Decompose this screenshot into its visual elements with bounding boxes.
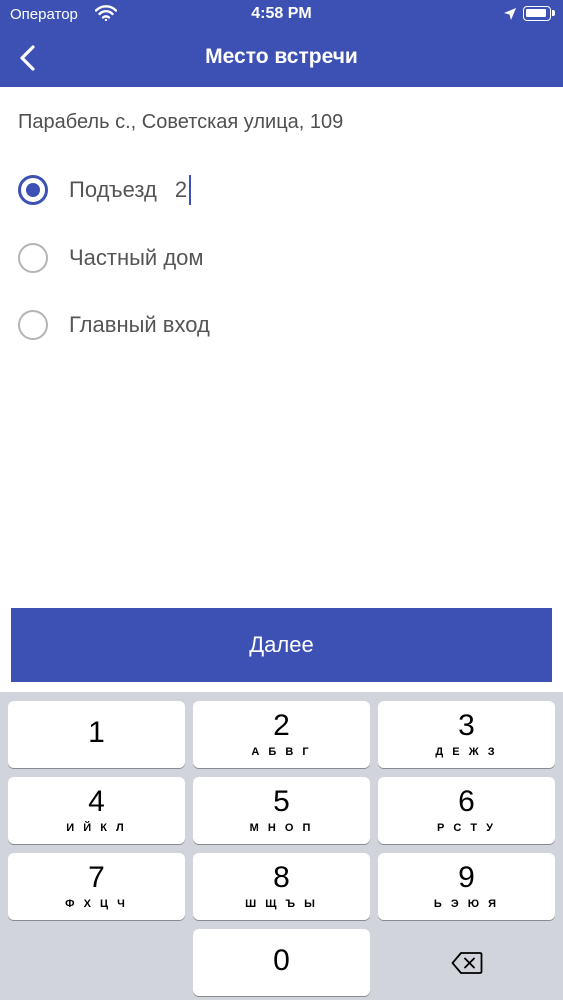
key-letters: И Й К Л xyxy=(66,822,127,834)
next-button[interactable]: Далее xyxy=(11,608,552,682)
address-text: Парабель с., Советская улица, 109 xyxy=(18,111,344,133)
clock: 4:58 PM xyxy=(251,5,312,22)
key-letters: Ф Х Ц Ч xyxy=(65,898,128,910)
key-number: 9 xyxy=(458,861,475,894)
key-letters: Ш Щ Ъ Ы xyxy=(245,898,318,910)
key-number: 3 xyxy=(458,709,475,742)
key-0[interactable]: 0 xyxy=(193,929,370,996)
status-bar: Оператор 4:58 PM xyxy=(0,0,563,30)
key-9[interactable]: 9 Ь Э Ю Я xyxy=(378,853,555,920)
location-arrow-icon xyxy=(503,7,517,26)
radio-private-house[interactable] xyxy=(18,243,48,273)
key-number: 8 xyxy=(273,861,290,894)
key-7[interactable]: 7 Ф Х Ц Ч xyxy=(8,853,185,920)
radio-entrance[interactable] xyxy=(18,175,48,205)
option-main-entrance[interactable]: Главный вход xyxy=(18,302,538,348)
page-title: Место встречи xyxy=(205,45,358,68)
option-label: Главный вход xyxy=(69,312,210,337)
key-number: 4 xyxy=(88,785,105,818)
key-letters: Д Е Ж З xyxy=(435,746,498,758)
key-4[interactable]: 4 И Й К Л xyxy=(8,777,185,844)
option-label: Подъезд xyxy=(69,177,157,202)
key-letters: Р С Т У xyxy=(436,822,496,834)
key-letters: А Б В Г xyxy=(251,746,312,758)
option-entrance[interactable]: Подъезд 2 xyxy=(18,167,538,213)
key-number: 2 xyxy=(273,709,290,742)
key-letters: М Н О П xyxy=(249,822,314,834)
key-number: 5 xyxy=(273,785,290,818)
key-2[interactable]: 2 А Б В Г xyxy=(193,701,370,768)
option-private-house[interactable]: Частный дом xyxy=(18,235,538,281)
header: Оператор 4:58 PM Место встречи xyxy=(0,0,563,87)
key-letters: Ь Э Ю Я xyxy=(433,898,500,910)
radio-main-entrance[interactable] xyxy=(18,310,48,340)
option-label: Частный дом xyxy=(69,245,204,270)
key-number: 1 xyxy=(88,716,105,749)
key-8[interactable]: 8 Ш Щ Ъ Ы xyxy=(193,853,370,920)
key-6[interactable]: 6 Р С Т У xyxy=(378,777,555,844)
key-number: 7 xyxy=(88,861,105,894)
battery-icon xyxy=(523,6,555,21)
delete-key[interactable] xyxy=(378,929,555,996)
key-3[interactable]: 3 Д Е Ж З xyxy=(378,701,555,768)
backspace-icon xyxy=(451,951,482,974)
key-5[interactable]: 5 М Н О П xyxy=(193,777,370,844)
key-number: 0 xyxy=(273,944,290,977)
key-1[interactable]: 1 xyxy=(8,701,185,768)
key-number: 6 xyxy=(458,785,475,818)
text-caret xyxy=(189,175,192,205)
entrance-number-value: 2 xyxy=(174,177,188,202)
numeric-keyboard: 1 2 А Б В Г 3 Д Е Ж З 4 И Й К Л 5 М Н О … xyxy=(0,692,563,1000)
entrance-number-input[interactable]: 2 xyxy=(174,175,192,205)
